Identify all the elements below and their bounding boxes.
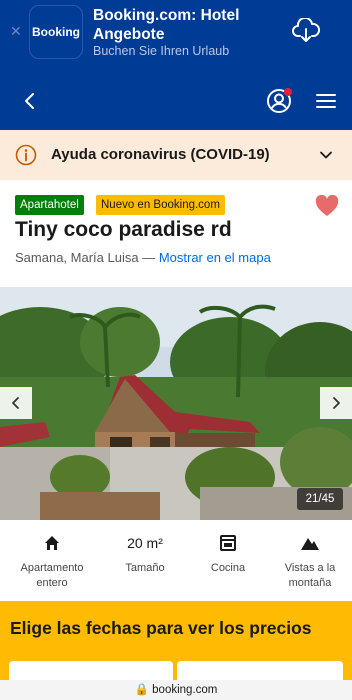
facility-label: Tamaño — [125, 562, 165, 574]
oven-icon — [220, 535, 236, 551]
facility-label: Apartamento entero — [20, 562, 84, 589]
home-icon — [45, 536, 59, 550]
property-photo — [0, 287, 352, 520]
photo-gallery[interactable]: 21/45 — [0, 287, 352, 520]
size-value: 20 m² — [127, 535, 163, 551]
dates-prompt: Elige las fechas para ver los precios — [10, 618, 312, 638]
covid-help-text: Ayuda coronavirus (COVID-19) — [51, 146, 270, 163]
facility-entire-apartment: Apartamento entero — [8, 532, 96, 591]
property-type-badge: Apartahotel — [15, 195, 84, 215]
facility-mountain-view: Vistas a la montaña — [266, 532, 352, 591]
mountain-icon — [301, 538, 319, 550]
previous-photo-button[interactable] — [0, 387, 32, 419]
covid-help-banner[interactable]: Ayuda coronavirus (COVID-19) — [0, 130, 352, 180]
top-navigation — [0, 72, 352, 130]
photo-counter: 21/45 — [297, 488, 343, 510]
chevron-left-icon[interactable] — [20, 91, 40, 111]
close-icon[interactable]: ✕ — [10, 24, 22, 38]
cloud-download-icon[interactable] — [292, 18, 320, 44]
facility-kitchen: Cocina — [184, 532, 272, 576]
banner-title: Booking.com: Hotel Angebote — [93, 7, 240, 43]
lock-icon: 🔒 — [134, 684, 149, 696]
browser-url-bar[interactable]: 🔒 booking.com — [0, 680, 352, 700]
show-on-map-link[interactable]: Mostrar en el mapa — [159, 250, 271, 265]
chevron-right-icon — [333, 397, 340, 409]
facility-size: 20 m² Tamaño — [101, 532, 189, 576]
key-facilities: Apartamento entero 20 m² Tamaño Cocina V… — [0, 520, 352, 600]
app-logo[interactable]: Booking — [29, 5, 83, 59]
url-domain: booking.com — [152, 684, 218, 696]
banner-subtitle: Buchen Sie Ihren Urlaub — [93, 44, 230, 58]
chevron-down-icon[interactable] — [318, 147, 334, 163]
location-text: Samana, María Luisa — — [15, 250, 156, 265]
chevron-left-icon — [12, 397, 19, 409]
notification-dot — [284, 88, 292, 96]
property-name: Tiny coco paradise rd — [15, 218, 232, 241]
info-icon — [15, 144, 37, 166]
hamburger-menu-icon[interactable] — [315, 91, 337, 111]
heart-icon[interactable] — [315, 195, 339, 217]
facility-label: Vistas a la montaña — [284, 562, 336, 589]
new-listing-badge: Nuevo en Booking.com — [96, 195, 225, 215]
app-install-banner: ✕ Booking Booking.com: Hotel Angebote Bu… — [0, 0, 352, 72]
next-photo-button[interactable] — [320, 387, 352, 419]
property-location: Samana, María Luisa — Mostrar en el mapa — [15, 250, 271, 265]
facility-label: Cocina — [210, 562, 246, 574]
